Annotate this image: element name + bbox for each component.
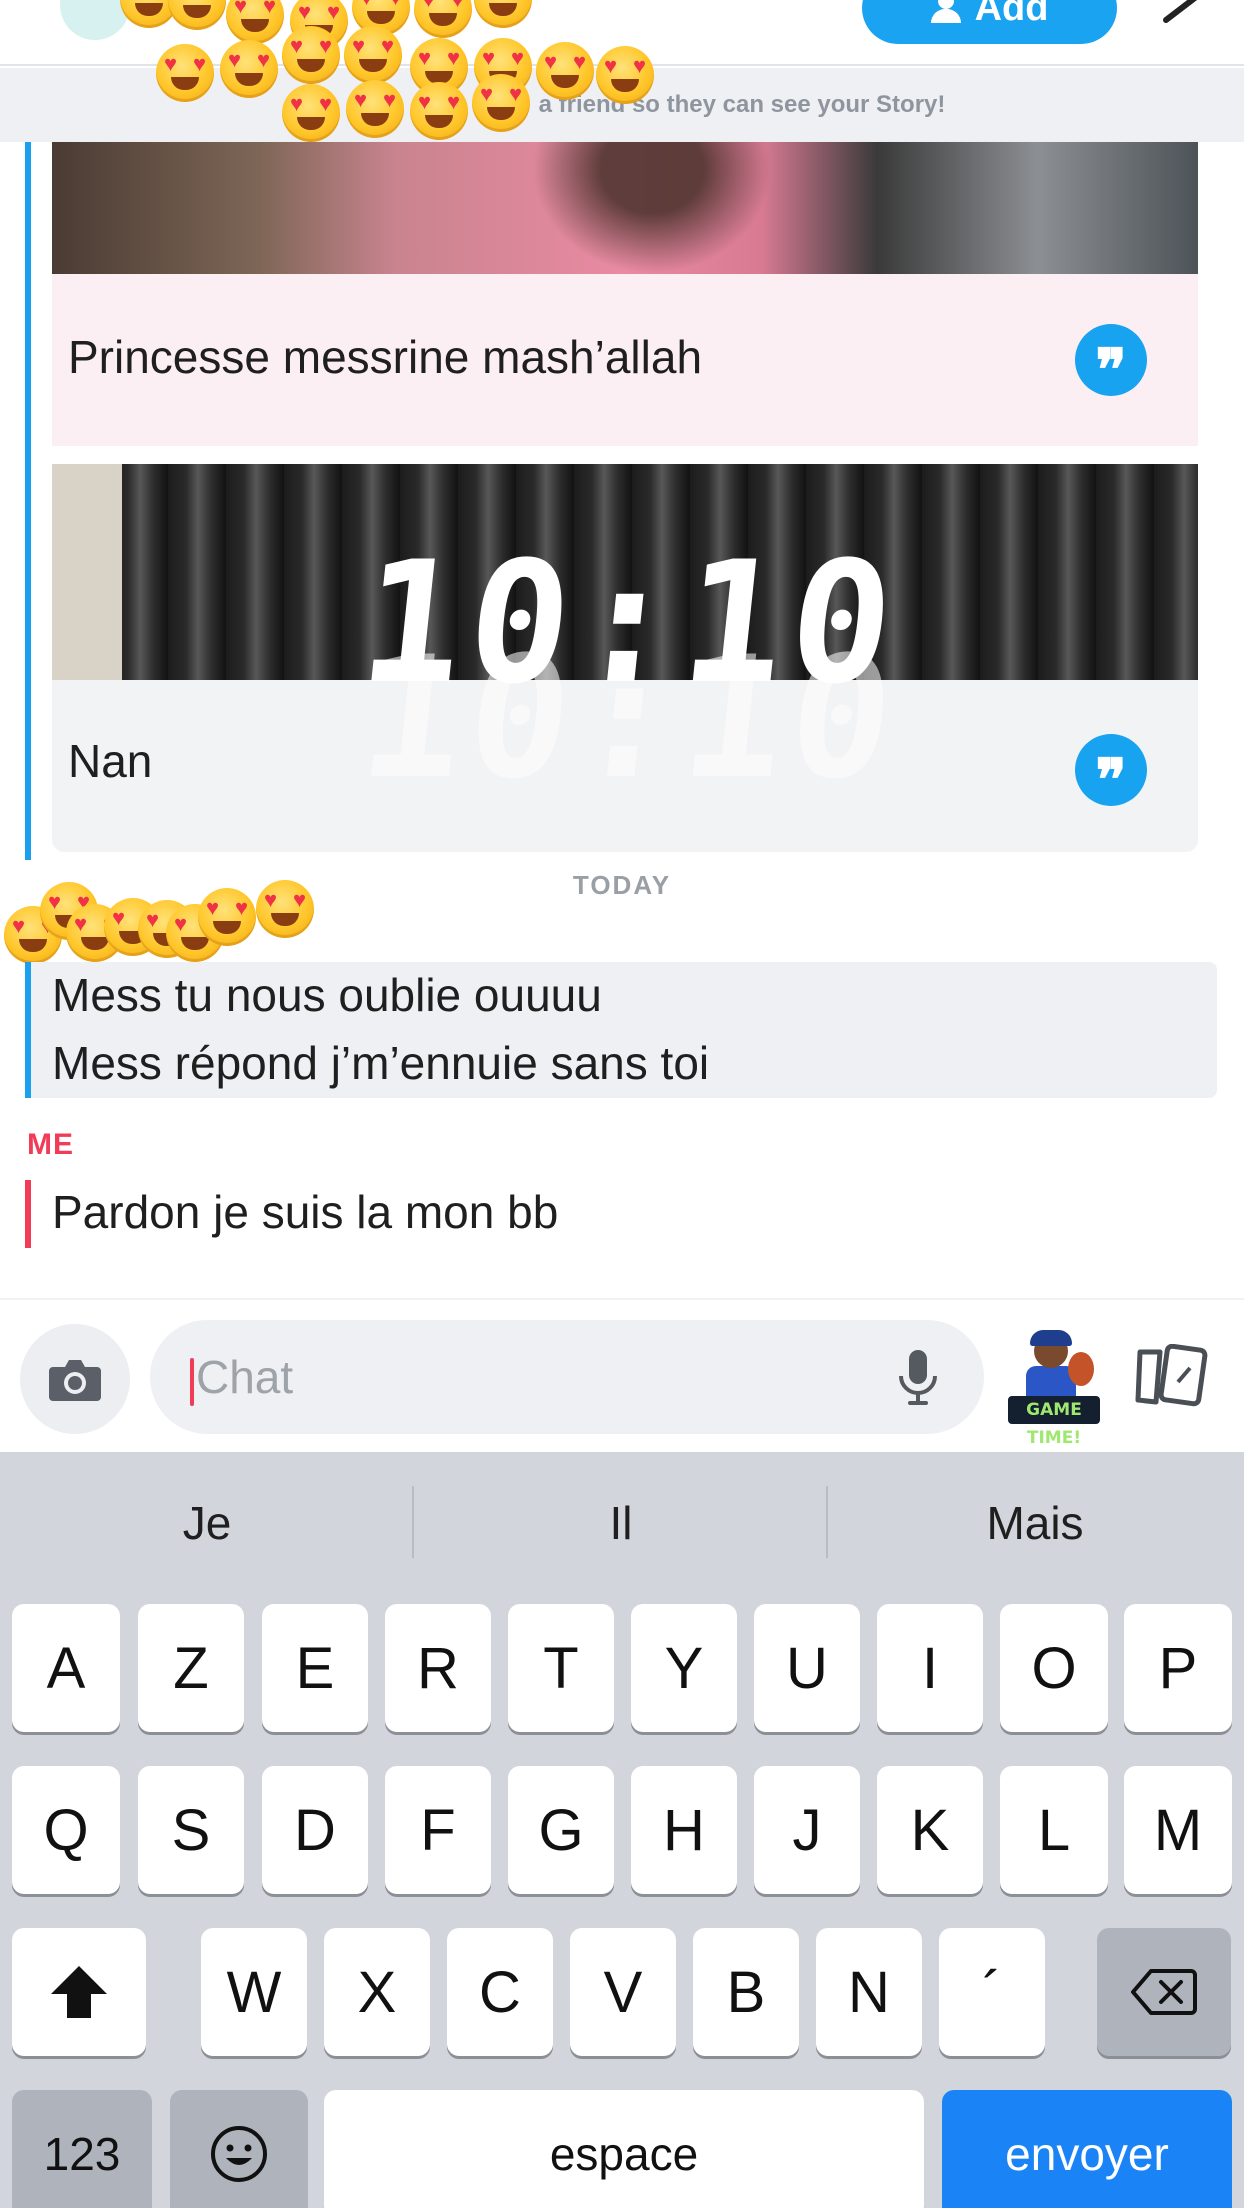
key[interactable]: S	[138, 1766, 244, 1894]
friend-avatar[interactable]	[60, 0, 130, 40]
shift-key[interactable]	[12, 1928, 146, 2056]
microphone-icon[interactable]	[896, 1348, 940, 1408]
keyboard: Je Il Mais A Z E R T Y U I O P Q S D F G…	[0, 1452, 1244, 2208]
quote-icon[interactable]: ❞	[1075, 324, 1147, 404]
heart-eyes-emoji	[344, 26, 402, 84]
suggestion-item[interactable]: Je	[0, 1452, 414, 1594]
text-caret	[190, 1358, 194, 1406]
heart-eyes-emoji	[156, 44, 214, 102]
heart-eyes-emoji	[410, 82, 468, 140]
key[interactable]: M	[1124, 1766, 1232, 1894]
accent-key[interactable]: ´	[939, 1928, 1045, 2056]
heart-eyes-emoji	[256, 880, 314, 938]
chat-placeholder: Chat	[196, 1351, 294, 1403]
story-reply-text: Princesse messrine mash’allah	[68, 331, 703, 383]
key[interactable]: O	[1000, 1604, 1108, 1732]
heart-eyes-emoji	[472, 74, 530, 132]
key[interactable]: Y	[631, 1604, 737, 1732]
friend-color-bar	[25, 142, 31, 860]
key[interactable]: P	[1124, 1604, 1232, 1732]
add-person-icon	[930, 0, 961, 23]
emoji-key[interactable]	[170, 2090, 308, 2208]
bitmoji-game-button[interactable]: GAME TIME!	[1004, 1330, 1104, 1448]
key[interactable]: Q	[12, 1766, 120, 1894]
sender-label-me: ME	[27, 1128, 74, 1161]
camera-button[interactable]	[20, 1324, 130, 1434]
quote-icon[interactable]: ❞	[1075, 734, 1147, 814]
suggestion-item[interactable]: Il	[414, 1452, 828, 1594]
heart-eyes-emoji	[220, 40, 278, 98]
send-key[interactable]: envoyer	[942, 2090, 1232, 2208]
heart-eyes-emoji	[596, 46, 654, 104]
numbers-key[interactable]: 123	[12, 2090, 152, 2208]
chat-input-bar: Chat GAME TIME!	[0, 1298, 1244, 1452]
key[interactable]: U	[754, 1604, 860, 1732]
camera-icon	[49, 1360, 101, 1401]
key[interactable]: F	[385, 1766, 491, 1894]
backspace-icon	[1131, 1969, 1197, 2015]
message-line: Mess répond j’m’ennuie sans toi	[52, 1037, 710, 1089]
key[interactable]: I	[877, 1604, 983, 1732]
key[interactable]: D	[262, 1766, 368, 1894]
suggestion-bar: Je Il Mais	[0, 1452, 1244, 1594]
heart-eyes-emoji	[536, 42, 594, 100]
story-reply-card[interactable]: 10:10 10:10 Nan ❞	[52, 464, 1198, 852]
friend-message[interactable]: Mess tu nous oublie ouuuu Mess répond j’…	[25, 962, 1217, 1098]
heart-eyes-emoji	[282, 84, 340, 142]
key[interactable]: X	[324, 1928, 430, 2056]
heart-eyes-emoji	[282, 26, 340, 84]
chat-input[interactable]: Chat	[150, 1320, 984, 1434]
key[interactable]: B	[693, 1928, 799, 2056]
story-reply-text: Nan	[68, 735, 153, 787]
emoji-icon	[211, 2126, 267, 2182]
story-reply-card[interactable]: Princesse messrine mash’allah ❞	[52, 142, 1198, 446]
key[interactable]: K	[877, 1766, 983, 1894]
key[interactable]: Z	[138, 1604, 244, 1732]
key[interactable]: E	[262, 1604, 368, 1732]
shift-icon	[51, 1966, 107, 2018]
key[interactable]: G	[508, 1766, 614, 1894]
cards-icon[interactable]	[1134, 1344, 1208, 1408]
my-message[interactable]: Pardon je suis la mon bb	[25, 1180, 558, 1248]
key[interactable]: T	[508, 1604, 614, 1732]
key[interactable]: V	[570, 1928, 676, 2056]
story-clock-sticker-reflection: 10:10	[351, 620, 909, 816]
story-banner-text: a friend so they can see your Story!	[538, 91, 946, 118]
day-separator: TODAY	[572, 870, 672, 900]
key[interactable]: A	[12, 1604, 120, 1732]
key[interactable]: N	[816, 1928, 922, 2056]
key[interactable]: W	[201, 1928, 307, 2056]
heart-eyes-emoji	[198, 888, 256, 946]
add-friend-label: Add	[974, 0, 1049, 29]
message-line: Mess tu nous oublie ouuuu	[52, 969, 602, 1021]
heart-eyes-emoji	[346, 80, 404, 138]
space-key[interactable]: espace	[324, 2090, 924, 2208]
story-replies: Princesse messrine mash’allah ❞ 10:10 10…	[0, 142, 1244, 860]
key[interactable]: C	[447, 1928, 553, 2056]
pencil-icon[interactable]	[1160, 0, 1210, 24]
key[interactable]: H	[631, 1766, 737, 1894]
key[interactable]: R	[385, 1604, 491, 1732]
key[interactable]: L	[1000, 1766, 1108, 1894]
add-friend-button[interactable]: Add	[862, 0, 1117, 44]
bitmoji-tag: GAME TIME!	[1008, 1396, 1100, 1448]
key[interactable]: J	[754, 1766, 860, 1894]
suggestion-item[interactable]: Mais	[828, 1452, 1242, 1594]
backspace-key[interactable]	[1097, 1928, 1231, 2056]
